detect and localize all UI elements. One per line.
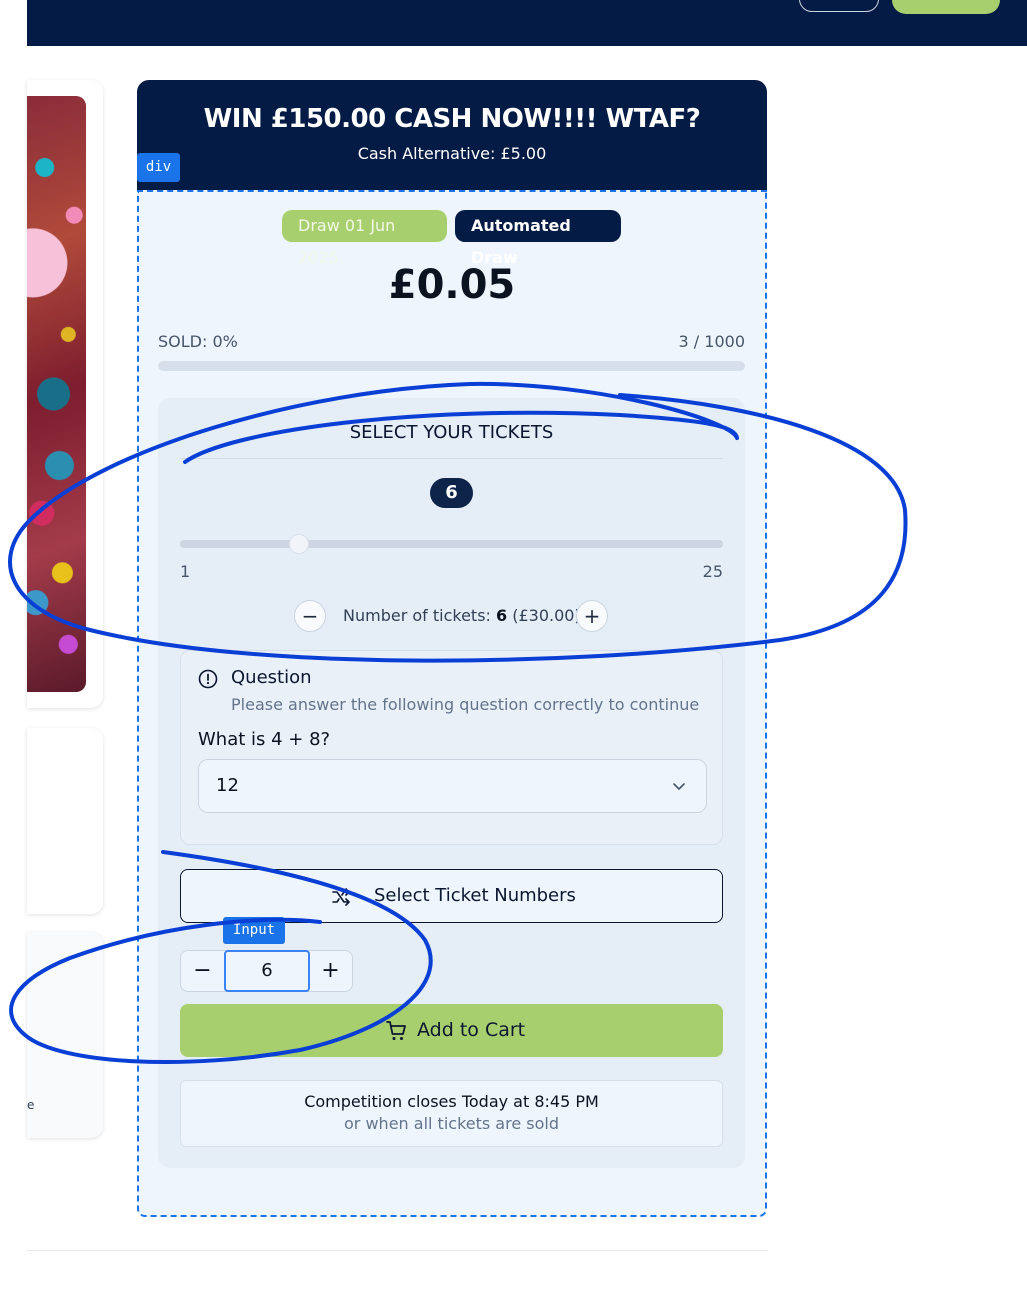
devtools-div-label: div — [137, 153, 180, 182]
chevron-down-icon — [673, 783, 685, 790]
quantity-stepper: − 6 + — [180, 950, 353, 992]
selected-ticket-count: 6 — [430, 478, 473, 508]
slider-min-label: 1 — [180, 562, 191, 581]
ticket-slider[interactable] — [180, 540, 723, 548]
draw-type-badge: Automated Draw — [455, 210, 621, 267]
add-to-cart-button[interactable]: Add to Cart — [180, 1004, 723, 1057]
competition-title: WIN £150.00 CASH NOW!!!! WTAF? — [203, 104, 701, 134]
answer-select[interactable]: 12 — [198, 759, 707, 813]
ticket-total-price: (£30.00) — [512, 606, 581, 625]
closing-info: Competition closes Today at 8:45 PM or w… — [180, 1080, 723, 1147]
quantity-input[interactable]: 6 — [224, 950, 310, 992]
increase-tickets-button[interactable]: + — [576, 600, 608, 632]
question-box: Question Please answer the following que… — [180, 650, 723, 845]
ticket-slider-handle[interactable] — [289, 534, 309, 554]
divider — [180, 458, 723, 459]
devtools-input-label: Input — [223, 917, 285, 944]
answer-select-value: 12 — [216, 775, 239, 796]
ticket-price: £0.05 — [388, 262, 516, 308]
question-title: Question — [231, 667, 312, 688]
info-card-left — [27, 728, 103, 914]
details-card-left: e — [27, 932, 103, 1138]
ticket-count-label: Number of tickets: — [343, 606, 491, 625]
quantity-decrease-button[interactable]: − — [181, 951, 224, 991]
ticket-count-value: 6 — [496, 606, 508, 625]
add-to-cart-label: Add to Cart — [417, 1019, 526, 1041]
login-button[interactable] — [799, 0, 879, 12]
top-navbar — [27, 0, 1027, 46]
draw-date-badge: Draw 01 Jun 2025 — [282, 210, 447, 267]
register-button[interactable] — [892, 0, 1000, 14]
alert-circle-icon — [198, 669, 218, 689]
cart-icon — [386, 1021, 406, 1040]
sold-progress-bar — [158, 361, 745, 371]
slider-max-label: 25 — [702, 562, 723, 581]
divider — [27, 1250, 768, 1251]
closing-time: Competition closes Today at 8:45 PM — [304, 1092, 599, 1111]
ticket-selection-panel: SELECT YOUR TICKETS 6 1 25 − Number of t… — [158, 398, 745, 1168]
cash-alternative: Cash Alternative: £5.00 — [357, 144, 547, 163]
quantity-increase-button[interactable]: + — [309, 951, 352, 991]
competition-header: WIN £150.00 CASH NOW!!!! WTAF? Cash Alte… — [137, 80, 767, 190]
competition-entry-card: WIN £150.00 CASH NOW!!!! WTAF? Cash Alte… — [137, 80, 767, 1217]
shuffle-icon — [332, 888, 350, 906]
question-prompt: What is 4 + 8? — [198, 729, 331, 750]
closing-condition: or when all tickets are sold — [344, 1114, 559, 1133]
decrease-tickets-button[interactable]: − — [294, 600, 326, 632]
sold-percentage: SOLD: 0% — [158, 332, 238, 351]
truncated-text: e — [27, 1098, 35, 1112]
sold-count: 3 / 1000 — [678, 332, 745, 351]
ticket-count-summary: Number of tickets: 6 (£30.00) — [343, 606, 581, 625]
select-ticket-numbers-label: Select Ticket Numbers — [374, 885, 576, 906]
competition-image — [27, 96, 86, 692]
question-description: Please answer the following question cor… — [231, 695, 700, 714]
select-ticket-numbers-button[interactable]: Select Ticket Numbers — [180, 869, 723, 923]
select-tickets-heading: SELECT YOUR TICKETS — [349, 422, 554, 443]
